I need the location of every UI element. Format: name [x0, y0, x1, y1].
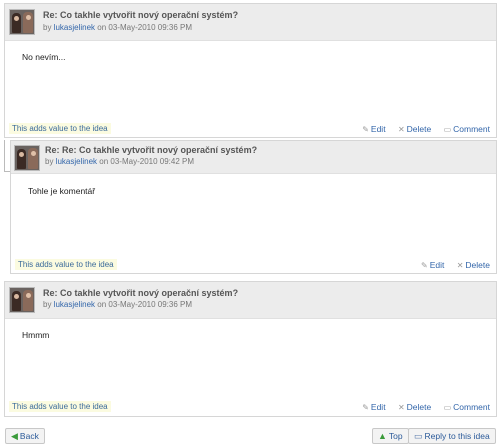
post-header: Re: Re: Co takhle vytvořit nový operační… — [11, 141, 496, 174]
author-link[interactable]: lukasjelinek — [56, 157, 97, 166]
post-header: Re: Co takhle vytvořit nový operační sys… — [5, 282, 496, 319]
post-header: Re: Co takhle vytvořit nový operační sys… — [5, 4, 496, 41]
post-byline: by lukasjelinek on 03-May-2010 09:36 PM — [43, 23, 192, 32]
comment-icon: ▭ — [443, 125, 452, 134]
arrow-up-icon: ▲ — [378, 431, 387, 441]
post-body: Tohle je komentář — [28, 186, 96, 196]
post-title: Re: Co takhle vytvořit nový operační sys… — [43, 10, 239, 20]
post-actions: ✎ Edit ✕ Delete ▭ Comment — [352, 402, 490, 412]
comment-link[interactable]: ▭ Comment — [444, 402, 490, 412]
post-body: Hmmm — [22, 330, 50, 340]
delete-link[interactable]: ✕ Delete — [398, 402, 431, 412]
post-title: Re: Co takhle vytvořit nový operační sys… — [43, 288, 239, 298]
bottom-toolbar: ◀ Back ▲ Top ▭ Reply to this idea — [0, 426, 500, 447]
post-body: No nevím... — [22, 52, 66, 62]
delete-link[interactable]: ✕ Delete — [457, 260, 490, 270]
avatar[interactable] — [14, 145, 40, 171]
delete-icon: ✕ — [397, 125, 405, 134]
post-byline: by lukasjelinek on 03-May-2010 09:42 PM — [45, 157, 194, 166]
delete-link[interactable]: ✕ Delete — [398, 124, 431, 134]
delete-icon: ✕ — [397, 403, 405, 412]
delete-icon: ✕ — [456, 261, 464, 270]
comment-link[interactable]: ▭ Comment — [444, 124, 490, 134]
post-byline: by lukasjelinek on 03-May-2010 09:36 PM — [43, 300, 192, 309]
post-date: on 03-May-2010 09:36 PM — [97, 300, 193, 309]
post-date: on 03-May-2010 09:42 PM — [99, 157, 195, 166]
back-button[interactable]: ◀ Back — [5, 428, 45, 444]
value-note[interactable]: This adds value to the idea — [15, 259, 117, 270]
post-actions: ✎ Edit ✕ Delete — [411, 260, 490, 270]
comment-icon: ▭ — [443, 403, 452, 412]
post-title: Re: Re: Co takhle vytvořit nový operační… — [45, 145, 258, 155]
by-label: by — [45, 157, 54, 166]
pencil-icon: ✎ — [420, 261, 428, 270]
edit-link[interactable]: ✎ Edit — [362, 124, 385, 134]
avatar[interactable] — [9, 287, 35, 313]
value-note[interactable]: This adds value to the idea — [9, 123, 111, 134]
author-link[interactable]: lukasjelinek — [54, 300, 95, 309]
pencil-icon: ✎ — [362, 125, 369, 134]
author-link[interactable]: lukasjelinek — [54, 23, 95, 32]
edit-link[interactable]: ✎ Edit — [362, 402, 385, 412]
reply-icon: ▭ — [414, 431, 423, 441]
avatar[interactable] — [9, 9, 35, 35]
pencil-icon: ✎ — [362, 403, 369, 412]
by-label: by — [43, 23, 52, 32]
value-note[interactable]: This adds value to the idea — [9, 401, 111, 412]
top-button[interactable]: ▲ Top — [372, 428, 409, 444]
comment-post-nested: Re: Re: Co takhle vytvořit nový operační… — [10, 140, 497, 274]
post-actions: ✎ Edit ✕ Delete ▭ Comment — [352, 124, 490, 134]
by-label: by — [43, 300, 52, 309]
post-date: on 03-May-2010 09:36 PM — [97, 23, 193, 32]
edit-link[interactable]: ✎ Edit — [421, 260, 444, 270]
arrow-left-icon: ◀ — [11, 431, 18, 441]
comment-post: Re: Co takhle vytvořit nový operační sys… — [4, 281, 497, 417]
comment-post: Re: Co takhle vytvořit nový operační sys… — [4, 3, 497, 138]
reply-to-idea-button[interactable]: ▭ Reply to this idea — [408, 428, 496, 444]
